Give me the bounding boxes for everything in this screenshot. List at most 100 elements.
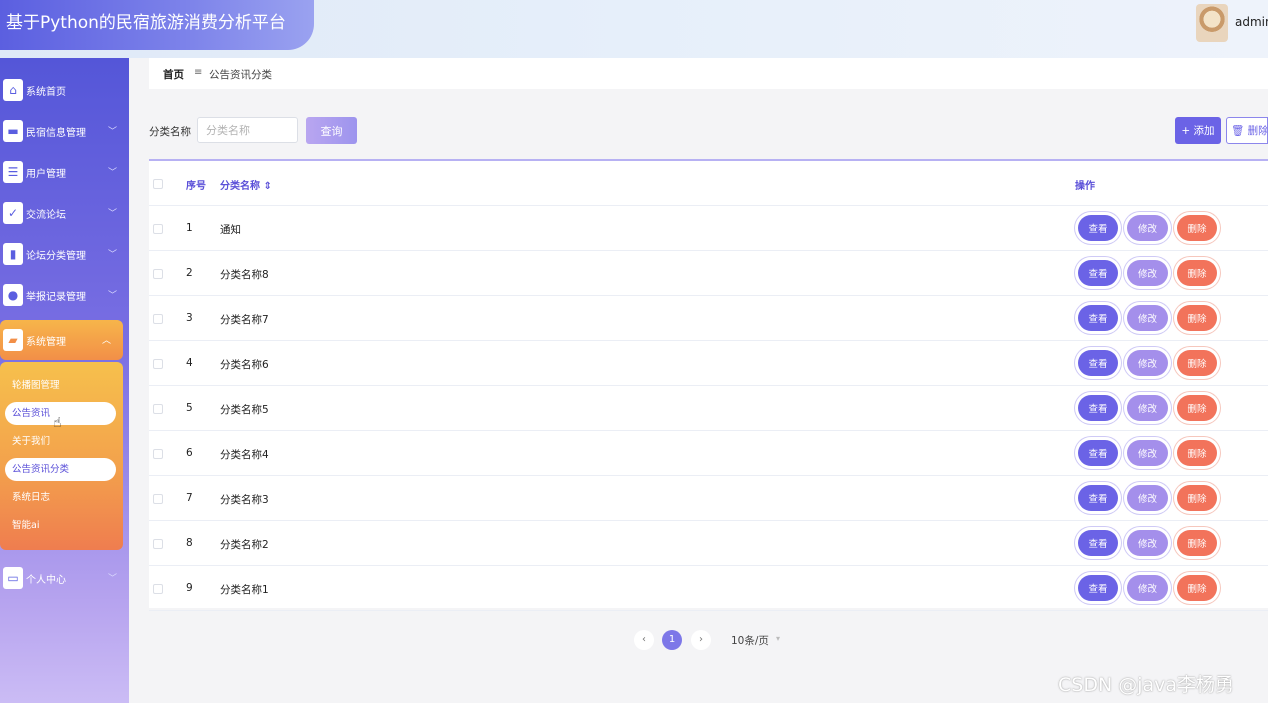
table-row: 2 分类名称8 查看 修改 删除	[149, 251, 1268, 296]
table-row: 6 分类名称4 查看 修改 删除	[149, 431, 1268, 476]
sliders-icon: ☰	[3, 161, 23, 183]
username[interactable]: admin	[1235, 15, 1268, 29]
table-row: 7 分类名称3 查看 修改 删除	[149, 476, 1268, 521]
edit-button[interactable]: 修改	[1127, 260, 1168, 286]
row-index: 4	[186, 357, 193, 369]
user-avatar[interactable]	[1196, 4, 1228, 42]
chevron-down-icon: ﹀	[107, 168, 117, 178]
sidebar-item-homestay[interactable]: ▬ 民宿信息管理 ﹀	[0, 111, 129, 151]
sidebar-item-reports[interactable]: ● 举报记录管理 ﹀	[0, 275, 129, 315]
table-row: 3 分类名称7 查看 修改 删除	[149, 296, 1268, 341]
view-button[interactable]: 查看	[1078, 350, 1118, 376]
breadcrumb-separator-icon: ≡	[194, 67, 203, 78]
delete-button[interactable]: 删除	[1177, 305, 1217, 331]
delete-button[interactable]: 删除	[1177, 260, 1217, 286]
edit-button[interactable]: 修改	[1127, 530, 1168, 556]
delete-button[interactable]: 删除	[1177, 395, 1217, 421]
view-button[interactable]: 查看	[1078, 260, 1118, 286]
header-name[interactable]: 分类名称 ⇕	[220, 177, 272, 192]
book-icon: ▮	[3, 243, 23, 265]
sidebar-item-system[interactable]: ▰ 系统管理 ︿	[0, 320, 123, 360]
breadcrumb-current: 公告资讯分类	[209, 69, 272, 81]
row-checkbox[interactable]	[153, 224, 163, 234]
row-name: 分类名称1	[220, 584, 269, 596]
table-row: 5 分类名称5 查看 修改 删除	[149, 386, 1268, 431]
view-button[interactable]: 查看	[1078, 575, 1118, 601]
chevron-down-icon: ﹀	[107, 291, 117, 301]
sidebar-item-label: 论坛分类管理	[26, 250, 86, 262]
delete-button[interactable]: 删除	[1177, 485, 1217, 511]
submenu-carousel[interactable]: 轮播图管理	[5, 374, 116, 397]
row-name: 通知	[220, 224, 241, 236]
home-icon: ⌂	[3, 79, 23, 101]
sidebar-item-profile[interactable]: ▭ 个人中心 ﹀	[0, 558, 129, 598]
table-row: 9 分类名称1 查看 修改 删除	[149, 566, 1268, 611]
delete-button[interactable]: 删除	[1177, 215, 1217, 241]
next-page-button[interactable]: ›	[691, 630, 711, 650]
view-button[interactable]: 查看	[1078, 530, 1118, 556]
edit-button[interactable]: 修改	[1127, 215, 1168, 241]
edit-button[interactable]: 修改	[1127, 305, 1168, 331]
sidebar-item-label: 系统管理	[26, 336, 66, 348]
row-checkbox[interactable]	[153, 584, 163, 594]
table-row: 4 分类名称6 查看 修改 删除	[149, 341, 1268, 386]
row-checkbox[interactable]	[153, 449, 163, 459]
row-index: 8	[186, 537, 193, 549]
view-button[interactable]: 查看	[1078, 395, 1118, 421]
edit-button[interactable]: 修改	[1127, 485, 1168, 511]
submenu-system-log[interactable]: 系统日志	[5, 486, 116, 509]
category-name-input[interactable]	[197, 117, 298, 143]
delete-button[interactable]: 删除	[1177, 530, 1217, 556]
table-header: 序号 分类名称 ⇕ 操作	[149, 161, 1268, 206]
submenu-about[interactable]: 关于我们	[5, 430, 116, 453]
sidebar-item-label: 用户管理	[26, 168, 66, 180]
row-index: 1	[186, 222, 193, 234]
breadcrumb-home[interactable]: 首页	[163, 67, 184, 82]
row-checkbox[interactable]	[153, 539, 163, 549]
submenu-ai[interactable]: 智能ai	[5, 514, 116, 537]
edit-button[interactable]: 修改	[1127, 440, 1168, 466]
card-icon: ▭	[3, 567, 23, 589]
sidebar-item-forum-category[interactable]: ▮ 论坛分类管理 ﹀	[0, 234, 129, 274]
row-checkbox[interactable]	[153, 404, 163, 414]
row-name: 分类名称3	[220, 494, 269, 506]
view-button[interactable]: 查看	[1078, 215, 1118, 241]
edit-button[interactable]: 修改	[1127, 395, 1168, 421]
row-checkbox[interactable]	[153, 359, 163, 369]
select-all-checkbox[interactable]	[153, 179, 163, 189]
balloon-icon: ●	[3, 284, 23, 306]
batch-delete-button[interactable]: 🗑 删除	[1226, 117, 1268, 144]
delete-button[interactable]: 删除	[1177, 350, 1217, 376]
add-button[interactable]: + 添加	[1175, 117, 1221, 144]
row-checkbox[interactable]	[153, 269, 163, 279]
clipboard-check-icon: ✓	[3, 202, 23, 224]
chevron-down-icon: ﹀	[107, 209, 117, 219]
row-checkbox[interactable]	[153, 494, 163, 504]
view-button[interactable]: 查看	[1078, 305, 1118, 331]
prev-page-button[interactable]: ‹	[634, 630, 654, 650]
edit-button[interactable]: 修改	[1127, 575, 1168, 601]
sidebar-item-home[interactable]: ⌂ 系统首页	[0, 70, 129, 110]
row-checkbox[interactable]	[153, 314, 163, 324]
sidebar-item-label: 民宿信息管理	[26, 127, 86, 139]
sidebar-item-forum[interactable]: ✓ 交流论坛 ﹀	[0, 193, 129, 233]
row-name: 分类名称5	[220, 404, 269, 416]
view-button[interactable]: 查看	[1078, 485, 1118, 511]
edit-button[interactable]: 修改	[1127, 350, 1168, 376]
sidebar-item-users[interactable]: ☰ 用户管理 ﹀	[0, 152, 129, 192]
delete-button[interactable]: 删除	[1177, 440, 1217, 466]
sidebar-item-label: 系统首页	[26, 86, 66, 98]
delete-button[interactable]: 删除	[1177, 575, 1217, 601]
query-button[interactable]: 查询	[306, 117, 357, 144]
view-button[interactable]: 查看	[1078, 440, 1118, 466]
row-index: 2	[186, 267, 193, 279]
page-size-select[interactable]: 10条/页	[731, 633, 769, 648]
submenu-announcement-category[interactable]: 公告资讯分类	[5, 458, 116, 481]
watermark: CSDN @java李杨勇	[1058, 674, 1235, 696]
table-row: 8 分类名称2 查看 修改 删除	[149, 521, 1268, 566]
row-index: 3	[186, 312, 193, 324]
page-1-button[interactable]: 1	[662, 630, 682, 650]
header-actions: 操作	[1075, 181, 1095, 192]
row-name: 分类名称4	[220, 449, 269, 461]
row-index: 9	[186, 582, 193, 594]
